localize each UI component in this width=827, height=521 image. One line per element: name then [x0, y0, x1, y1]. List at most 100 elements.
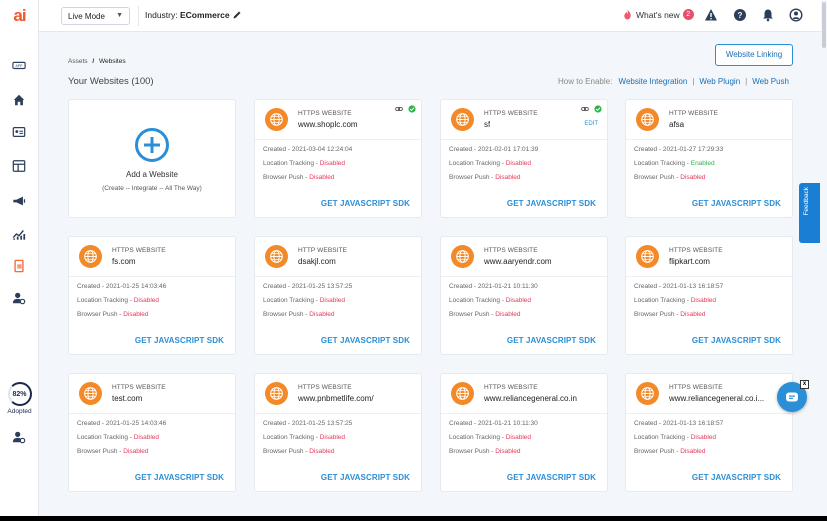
breadcrumb-parent[interactable]: Assets [68, 58, 88, 65]
help-icon[interactable]: ? [733, 8, 747, 22]
location-label: Location Tracking - [634, 434, 691, 441]
created-value: 2021-02-01 17:01:39 [477, 146, 539, 153]
created-label: Created - [263, 146, 292, 153]
location-tracking-status: Location Tracking - Disabled [634, 434, 716, 441]
location-tracking-status: Location Tracking - Disabled [263, 434, 345, 441]
add-icon[interactable] [135, 128, 169, 162]
website-domain: www.reliancegeneral.co.in [484, 394, 577, 403]
website-card[interactable]: HTTPS WEBSITE www.reliancegeneral.co.in Cr… [440, 373, 608, 492]
website-domain: www.shoplc.com [298, 120, 358, 129]
website-integration-link[interactable]: Website Integration [619, 77, 688, 86]
svg-text:APP: APP [15, 64, 23, 68]
edit-industry-icon[interactable] [232, 10, 242, 20]
location-tracking-status: Location Tracking - Disabled [449, 160, 531, 167]
adoption-meter[interactable]: 82% Adopted [4, 382, 35, 415]
location-tracking-status: Location Tracking - Disabled [449, 297, 531, 304]
push-status-value: Disabled [123, 311, 149, 318]
globe-icon [79, 382, 102, 405]
mode-select[interactable]: Live Mode ▼ [61, 7, 130, 25]
website-domain: afsa [669, 120, 685, 129]
web-plugin-link[interactable]: Web Plugin [699, 77, 740, 86]
feedback-tab[interactable]: Feedback [799, 183, 820, 243]
get-javascript-sdk-link[interactable]: GET JAVASCRIPT SDK [135, 473, 224, 482]
globe-icon [451, 245, 474, 268]
breadcrumb-separator: / [92, 58, 95, 65]
get-javascript-sdk-link[interactable]: GET JAVASCRIPT SDK [692, 473, 781, 482]
location-label: Location Tracking - [77, 297, 134, 304]
get-javascript-sdk-link[interactable]: GET JAVASCRIPT SDK [507, 336, 596, 345]
get-javascript-sdk-link[interactable]: GET JAVASCRIPT SDK [692, 336, 781, 345]
analytics-icon[interactable] [9, 224, 29, 244]
created-date: Created - 2021-01-13 16:18:57 [634, 283, 723, 290]
get-javascript-sdk-link[interactable]: GET JAVASCRIPT SDK [321, 473, 410, 482]
website-card[interactable]: HTTP WEBSITE dsakjl.com Created - 2021-01-… [254, 236, 422, 355]
brand-logo[interactable]: ai [0, 0, 39, 32]
created-date: Created - 2021-01-21 10:11:30 [449, 283, 538, 290]
push-status-value: Disabled [680, 311, 706, 318]
contact-card-icon[interactable] [9, 122, 29, 142]
warning-icon[interactable] [704, 8, 718, 22]
mode-select-value: Live Mode [68, 12, 105, 21]
web-push-link[interactable]: Web Push [752, 77, 789, 86]
website-card[interactable]: HTTPS WEBSITE sf EDIT Created - 2021-02-01 … [440, 99, 608, 218]
user-settings-icon[interactable] [9, 288, 29, 308]
bell-icon[interactable] [761, 8, 775, 22]
how-to-enable: How to Enable: Website Integration | Web P… [558, 77, 789, 86]
layout-icon[interactable] [9, 156, 29, 176]
website-card[interactable]: HTTPS WEBSITE www.aaryendr.com Created - 2… [440, 236, 608, 355]
get-javascript-sdk-link[interactable]: GET JAVASCRIPT SDK [507, 199, 596, 208]
created-date: Created - 2021-01-25 13:57:25 [263, 420, 352, 427]
browser-push-status: Browser Push - Disabled [449, 174, 521, 181]
get-javascript-sdk-link[interactable]: GET JAVASCRIPT SDK [321, 199, 410, 208]
get-javascript-sdk-link[interactable]: GET JAVASCRIPT SDK [692, 199, 781, 208]
website-card[interactable]: HTTPS WEBSITE flipkart.com Created - 2021-… [625, 236, 793, 355]
divider [138, 6, 139, 26]
link-icon[interactable] [581, 105, 589, 113]
created-date: Created - 2021-03-04 12:24:04 [263, 146, 352, 153]
profile-icon[interactable] [789, 8, 803, 22]
created-value: 2021-03-04 12:24:04 [291, 146, 353, 153]
website-card-header: HTTPS WEBSITE sf EDIT [441, 100, 607, 140]
website-domain: test.com [112, 394, 143, 403]
location-label: Location Tracking - [263, 434, 320, 441]
link-icon[interactable] [395, 105, 403, 113]
website-linking-button[interactable]: Website Linking [715, 44, 793, 66]
home-icon[interactable] [9, 90, 29, 110]
created-value: 2021-01-27 17:29:33 [662, 146, 724, 153]
industry-value: ECommerce [179, 10, 230, 20]
scrollbar[interactable] [821, 0, 827, 516]
push-status-value: Disabled [309, 311, 335, 318]
website-card[interactable]: HTTPS WEBSITE www.pnbmetlife.com/Created … [254, 373, 422, 492]
website-protocol: HTTPS WEBSITE [484, 110, 538, 117]
get-javascript-sdk-link[interactable]: GET JAVASCRIPT SDK [135, 336, 224, 345]
website-card[interactable]: HTTPS WEBSITE fs.com Created - 2021-01-25 … [68, 236, 236, 355]
page-title: Your Websites (100) [68, 76, 154, 87]
browser-push-status: Browser Push - Disabled [634, 448, 706, 455]
website-card-header: HTTPS WEBSITE www.shoplc.com [255, 100, 421, 140]
website-card[interactable]: HTTPS WEBSITE www.shoplc.com Created - 202… [254, 99, 422, 218]
whats-new-button[interactable]: What's new 2 [622, 9, 694, 20]
breadcrumb: Assets / Websites [68, 58, 126, 65]
account-settings-icon[interactable] [9, 427, 29, 447]
edit-link[interactable]: EDIT [584, 121, 598, 127]
website-card[interactable]: HTTPS WEBSITE www.reliancegeneral.co.i...… [625, 373, 793, 492]
website-card[interactable]: HTTPS WEBSITE test.com Created - 2021-01-2… [68, 373, 236, 492]
get-javascript-sdk-link[interactable]: GET JAVASCRIPT SDK [507, 473, 596, 482]
push-label: Browser Push - [634, 311, 681, 318]
campaign-nav-icon[interactable]: APP [9, 55, 29, 75]
created-value: 2021-01-21 10:11:30 [477, 420, 538, 427]
scrollbar-thumb[interactable] [822, 2, 826, 48]
website-card[interactable]: HTTP WEBSITE afsa Created - 2021-01-27 17:… [625, 99, 793, 218]
assets-icon[interactable] [9, 256, 29, 276]
notification-count-badge: 2 [682, 9, 694, 20]
megaphone-icon[interactable] [9, 191, 29, 211]
chat-close-button[interactable]: x [800, 380, 809, 389]
browser-push-status: Browser Push - Disabled [634, 174, 706, 181]
created-value: 2021-01-21 10:11:30 [477, 283, 538, 290]
add-website-subtitle: (Create -- Integrate -- All The Way) [102, 185, 202, 192]
get-javascript-sdk-link[interactable]: GET JAVASCRIPT SDK [321, 336, 410, 345]
add-website-card[interactable]: Add a Website (Create -- Integrate -- Al… [68, 99, 236, 218]
globe-icon [636, 382, 659, 405]
globe-icon [636, 245, 659, 268]
location-label: Location Tracking - [77, 434, 134, 441]
